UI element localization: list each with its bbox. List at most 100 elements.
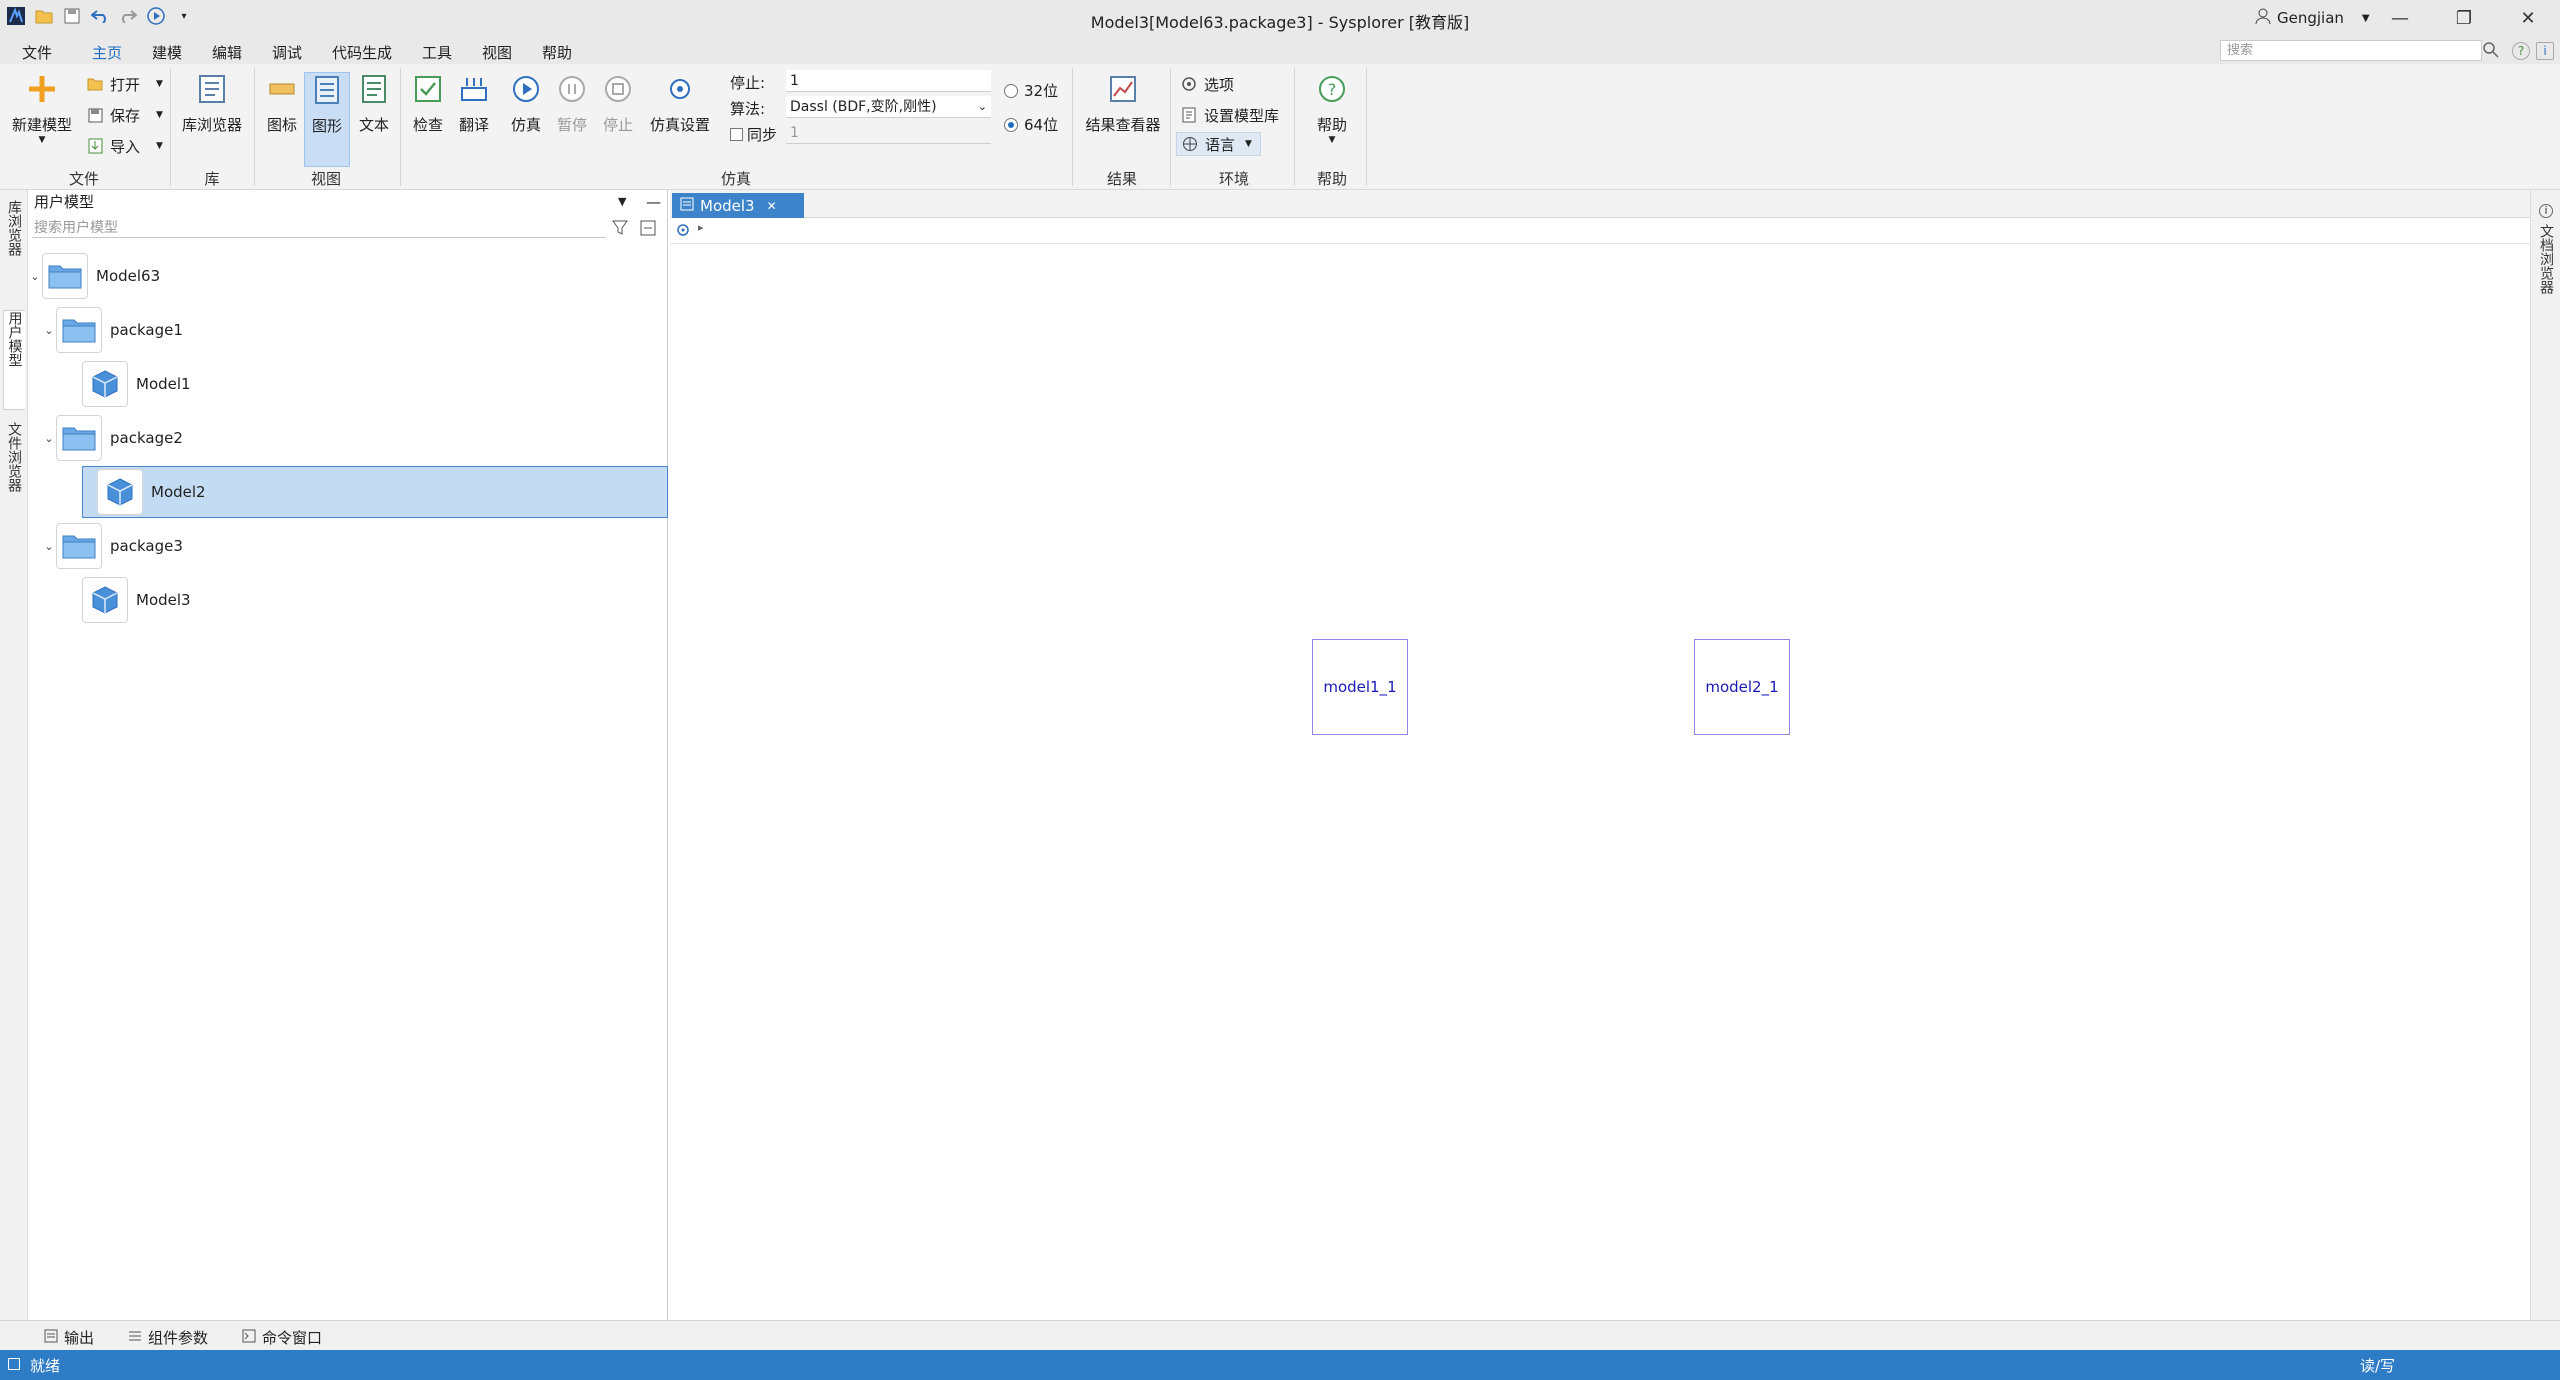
radio-selected-icon [1004,117,1018,132]
menu-codegen[interactable]: 代码生成 [332,42,392,63]
import-button[interactable]: 导入 ▼ [86,134,163,158]
customize-dropdown-icon[interactable]: ▾ [174,6,194,26]
sync-checkbox[interactable]: 同步 [730,122,777,146]
language-button[interactable]: 语言 ▼ [1176,132,1261,156]
command-window-tab[interactable]: 命令窗口 [242,1327,322,1348]
tree-item-label: Model1 [136,375,191,393]
globe-icon [1181,135,1199,153]
menu-help[interactable]: 帮助 [542,42,572,63]
undo-icon[interactable] [90,6,110,26]
side-tab-label: 库浏览器 [6,200,22,256]
options-button[interactable]: 选项 [1180,72,1234,96]
document-tab[interactable]: Model3 ✕ [672,193,804,218]
menu-tools[interactable]: 工具 [422,42,452,63]
panel-menu-chevron-icon[interactable]: ▼ [618,190,626,214]
tree-folder-row[interactable]: ⌄ package1 [28,304,668,356]
expand-chevron-icon[interactable]: ⌄ [42,324,56,337]
save-disk-icon[interactable] [62,6,82,26]
side-tab-file-browser[interactable]: 文件浏览器 [3,422,25,532]
restore-button[interactable]: ❐ [2434,0,2494,36]
menu-file[interactable]: 文件 [22,42,52,63]
panel-header: 用户模型 ▼ — [28,190,667,214]
tree-folder-row[interactable]: ⌄ Model63 [28,250,668,302]
stop-time-field[interactable]: 1 [786,70,991,92]
expand-chevron-icon[interactable]: ⌄ [28,270,42,283]
stop-label: 停止 [602,116,633,134]
menu-edit[interactable]: 编辑 [212,42,242,63]
ribbon: 新建模型 ▼ 打开 ▼ 保存 ▼ 导入 ▼ 文件 库浏览器 库 图标 图形 文本… [0,64,2560,190]
options-label: 选项 [1204,75,1235,94]
separator [400,68,401,186]
simulate-button[interactable]: 仿真 [504,72,548,135]
expand-chevron-icon[interactable]: ⌄ [42,540,56,553]
simulate-play-icon[interactable] [146,6,166,26]
user-menu[interactable]: Gengjian ▼ [2255,8,2370,28]
text-view-label: 文本 [358,116,389,134]
save-button[interactable]: 保存 ▼ [86,103,163,127]
diagram-view-button[interactable]: 图形 [304,72,350,167]
component-params-tab[interactable]: 组件参数 [128,1327,208,1348]
tree-model-row[interactable]: Model3 [28,574,668,626]
side-tab-document-browser[interactable]: i 文档浏览器 [2535,204,2557,314]
user-icon [2255,8,2271,28]
play-icon [509,72,543,106]
info-icon: i [2539,204,2553,218]
help-circle-icon[interactable]: ? [2512,42,2530,60]
side-tab-library-browser[interactable]: 库浏览器 [3,200,25,300]
tree-model-row[interactable]: Model1 [28,358,668,410]
translate-button[interactable]: 翻译 [452,72,496,135]
side-tab-label: 用户模型 [6,311,23,367]
menu-modeling[interactable]: 建模 [152,42,182,63]
tree-model-row[interactable]: Model2 [82,466,668,518]
window-title: Model3[Model63.package3] - Sysplorer [教育… [1090,13,1470,32]
side-tab-user-models[interactable]: 用户模型 [3,310,25,410]
algorithm-select[interactable]: Dassl (BDF,变阶,刚性) ⌄ [786,96,991,118]
component-model2-1[interactable]: model2_1 [1694,639,1790,735]
search-icon[interactable] [2482,41,2500,63]
expand-chevron-icon[interactable]: ⌄ [42,432,56,445]
set-library-button[interactable]: 设置模型库 [1180,103,1279,127]
component-model1-1[interactable]: model1_1 [1312,639,1408,735]
results-viewer-button[interactable]: 结果查看器 [1080,72,1166,135]
output-tab[interactable]: 输出 [44,1327,94,1348]
library-browser-button[interactable]: 库浏览器 [178,72,246,135]
open-folder-icon[interactable] [34,6,54,26]
info-box-icon[interactable]: i [2536,42,2554,60]
new-model-button[interactable]: 新建模型 ▼ [6,72,78,145]
stop-button[interactable]: 停止 [596,72,640,135]
close-tab-icon[interactable]: ✕ [767,199,777,213]
simulation-settings-button[interactable]: 仿真设置 [646,72,714,135]
help-button[interactable]: ? 帮助 ▼ [1306,72,1358,145]
breadcrumb-chevron-icon[interactable]: ▸ [698,221,704,234]
minimize-button[interactable]: — [2370,0,2430,36]
check-button[interactable]: 检查 [406,72,450,135]
tree-folder-row[interactable]: ⌄ package2 [28,412,668,464]
collapse-all-icon[interactable] [640,220,656,240]
app-logo-icon[interactable] [6,6,26,26]
open-button[interactable]: 打开 ▼ [86,72,163,96]
close-button[interactable]: ✕ [2498,0,2558,36]
diagram-canvas[interactable]: model1_1 model2_1 [670,244,2530,1320]
save-disk-icon [86,106,104,124]
icon-view-button[interactable]: 图标 [260,72,304,135]
filter-icon[interactable] [612,220,630,240]
sync-value-field[interactable]: 1 [786,122,991,144]
separator [1170,68,1171,186]
tree-folder-row[interactable]: ⌄ package3 [28,520,668,572]
text-view-button[interactable]: 文本 [352,72,396,135]
global-search-input[interactable]: 搜索 [2220,40,2482,61]
menu-view[interactable]: 视图 [482,42,512,63]
bit32-radio[interactable]: 32位 [1004,80,1058,101]
component-label: model1_1 [1323,678,1397,696]
user-name: Gengjian [2277,9,2344,27]
bit64-radio[interactable]: 64位 [1004,114,1058,135]
model-cube-icon [82,577,128,623]
menu-debug[interactable]: 调试 [272,42,302,63]
gear-icon[interactable] [676,223,690,241]
redo-icon[interactable] [118,6,138,26]
pause-button[interactable]: 暂停 [550,72,594,135]
panel-minimize-icon[interactable]: — [646,190,661,214]
chevron-down-icon: ⌄ [977,100,987,113]
model-search-input[interactable]: 搜索用户模型 [32,218,606,238]
chevron-down-icon: ▼ [38,135,46,145]
